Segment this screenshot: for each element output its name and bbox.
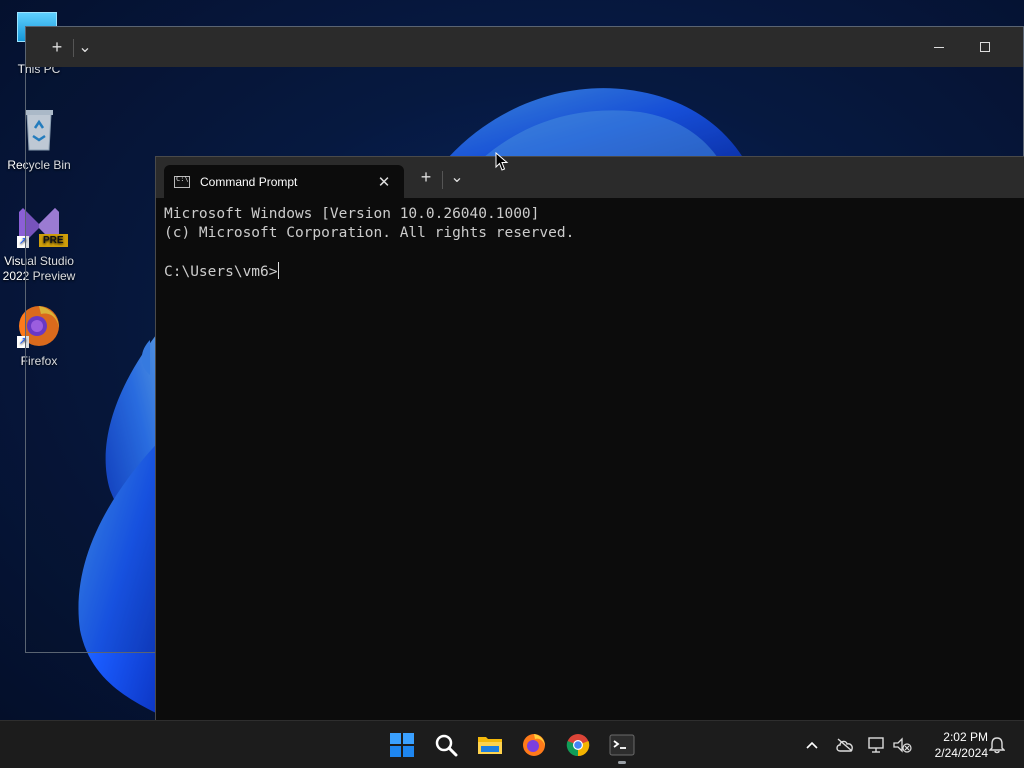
- chrome-icon: [566, 734, 590, 757]
- console-line: Microsoft Windows [Version 10.0.26040.10…: [164, 206, 540, 222]
- terminal-icon: [609, 734, 635, 756]
- terminal-taskbar-button[interactable]: [602, 727, 642, 763]
- chrome-taskbar-button[interactable]: [558, 727, 598, 763]
- cmd-icon: [174, 175, 190, 188]
- volume-button[interactable]: [890, 733, 914, 757]
- tab-title: Command Prompt: [200, 174, 298, 189]
- maximize-icon: [980, 42, 990, 52]
- taskbar: 2:02 PM 2/24/2024: [0, 720, 1024, 768]
- maximize-button[interactable]: [962, 27, 1008, 67]
- tab-dropdown-button[interactable]: ⌄: [66, 27, 104, 67]
- folder-icon: [478, 737, 502, 754]
- tab-command-prompt[interactable]: Command Prompt ✕: [164, 165, 404, 198]
- chevron-up-icon: [806, 741, 818, 749]
- tab-dropdown-button[interactable]: ⌄: [442, 157, 472, 197]
- minimize-icon: [934, 46, 944, 48]
- console-line: (c) Microsoft Corporation. All rights re…: [164, 225, 575, 241]
- notifications-button[interactable]: [985, 733, 1009, 757]
- volume-muted-icon: [893, 737, 912, 753]
- bell-icon: [989, 737, 1005, 754]
- start-button[interactable]: [382, 727, 422, 763]
- clock-date: 2/24/2024: [934, 746, 988, 760]
- show-hidden-icons-button[interactable]: [800, 733, 824, 757]
- search-button[interactable]: [426, 727, 466, 763]
- tab-close-button[interactable]: ✕: [372, 173, 396, 191]
- cloud-offline-icon: [836, 738, 853, 752]
- network-button[interactable]: [865, 733, 889, 757]
- onedrive-button[interactable]: [833, 733, 857, 757]
- cmd-titlebar[interactable]: Command Prompt ✕ + ⌄: [156, 157, 1024, 198]
- console-prompt: C:\Users\vm6>: [164, 264, 278, 280]
- firefox-taskbar-button[interactable]: [514, 727, 554, 763]
- back-window-titlebar[interactable]: + ⌄: [26, 27, 1023, 67]
- clock-time: 2:02 PM: [943, 730, 988, 744]
- mouse-pointer-icon: [495, 151, 509, 177]
- windows-start-icon: [390, 733, 414, 757]
- firefox-icon: [523, 734, 545, 756]
- console-prompt-line[interactable]: C:\Users\vm6>: [164, 262, 1016, 282]
- text-cursor: [277, 262, 279, 279]
- console-output[interactable]: Microsoft Windows [Version 10.0.26040.10…: [164, 205, 1016, 282]
- file-explorer-button[interactable]: [470, 727, 510, 763]
- console-line: ​: [164, 243, 1016, 262]
- command-prompt-window[interactable]: Command Prompt ✕ + ⌄ Microsoft Windows […: [155, 156, 1024, 720]
- clock[interactable]: 2:02 PM 2/24/2024: [918, 729, 988, 761]
- search-icon: [435, 734, 458, 757]
- running-indicator: [618, 761, 626, 764]
- network-icon: [868, 737, 884, 753]
- minimize-button[interactable]: [916, 27, 962, 67]
